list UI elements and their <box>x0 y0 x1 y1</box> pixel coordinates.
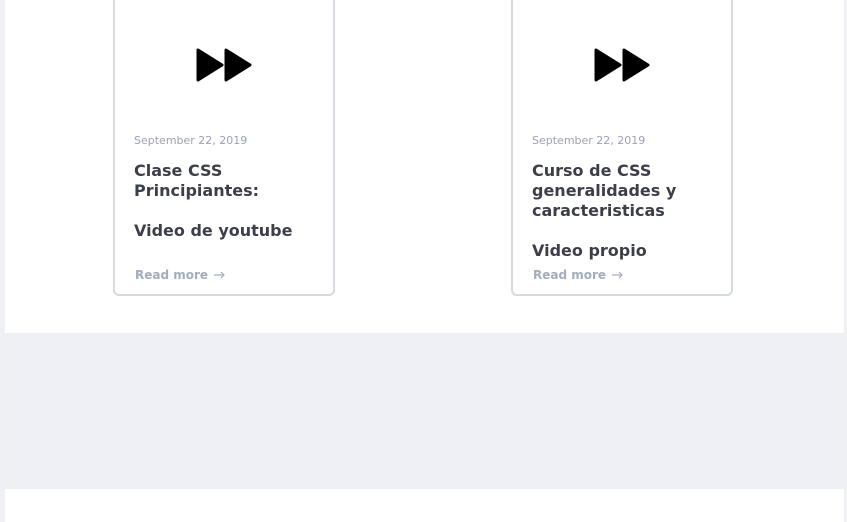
footer-section <box>5 489 844 522</box>
read-more-link[interactable]: Read more <box>135 268 226 282</box>
arrow-right-icon <box>612 271 623 279</box>
read-more-label: Read more <box>533 268 607 282</box>
post-subtitle: Video propio <box>532 241 647 260</box>
card-thumbnail[interactable] <box>513 42 731 88</box>
post-card[interactable]: September 22, 2019 Clase CSS Principiant… <box>113 0 335 296</box>
read-more-label: Read more <box>135 268 209 282</box>
grey-band-section <box>5 333 844 489</box>
post-date: September 22, 2019 <box>134 134 248 147</box>
posts-section: September 22, 2019 Clase CSS Principiant… <box>5 0 844 333</box>
arrow-right-icon <box>214 271 225 279</box>
post-date: September 22, 2019 <box>532 134 646 147</box>
fast-forward-icon <box>594 48 650 82</box>
page: September 22, 2019 Clase CSS Principiant… <box>0 0 847 522</box>
post-title[interactable]: Clase CSS Principiantes: <box>134 161 324 201</box>
post-card[interactable]: September 22, 2019 Curso de CSS generali… <box>511 0 733 296</box>
post-subtitle: Video de youtube <box>134 221 293 240</box>
card-thumbnail[interactable] <box>115 42 333 88</box>
post-title[interactable]: Curso de CSS generalidades y caracterist… <box>532 161 722 221</box>
fast-forward-icon <box>196 48 252 82</box>
read-more-link[interactable]: Read more <box>533 268 624 282</box>
